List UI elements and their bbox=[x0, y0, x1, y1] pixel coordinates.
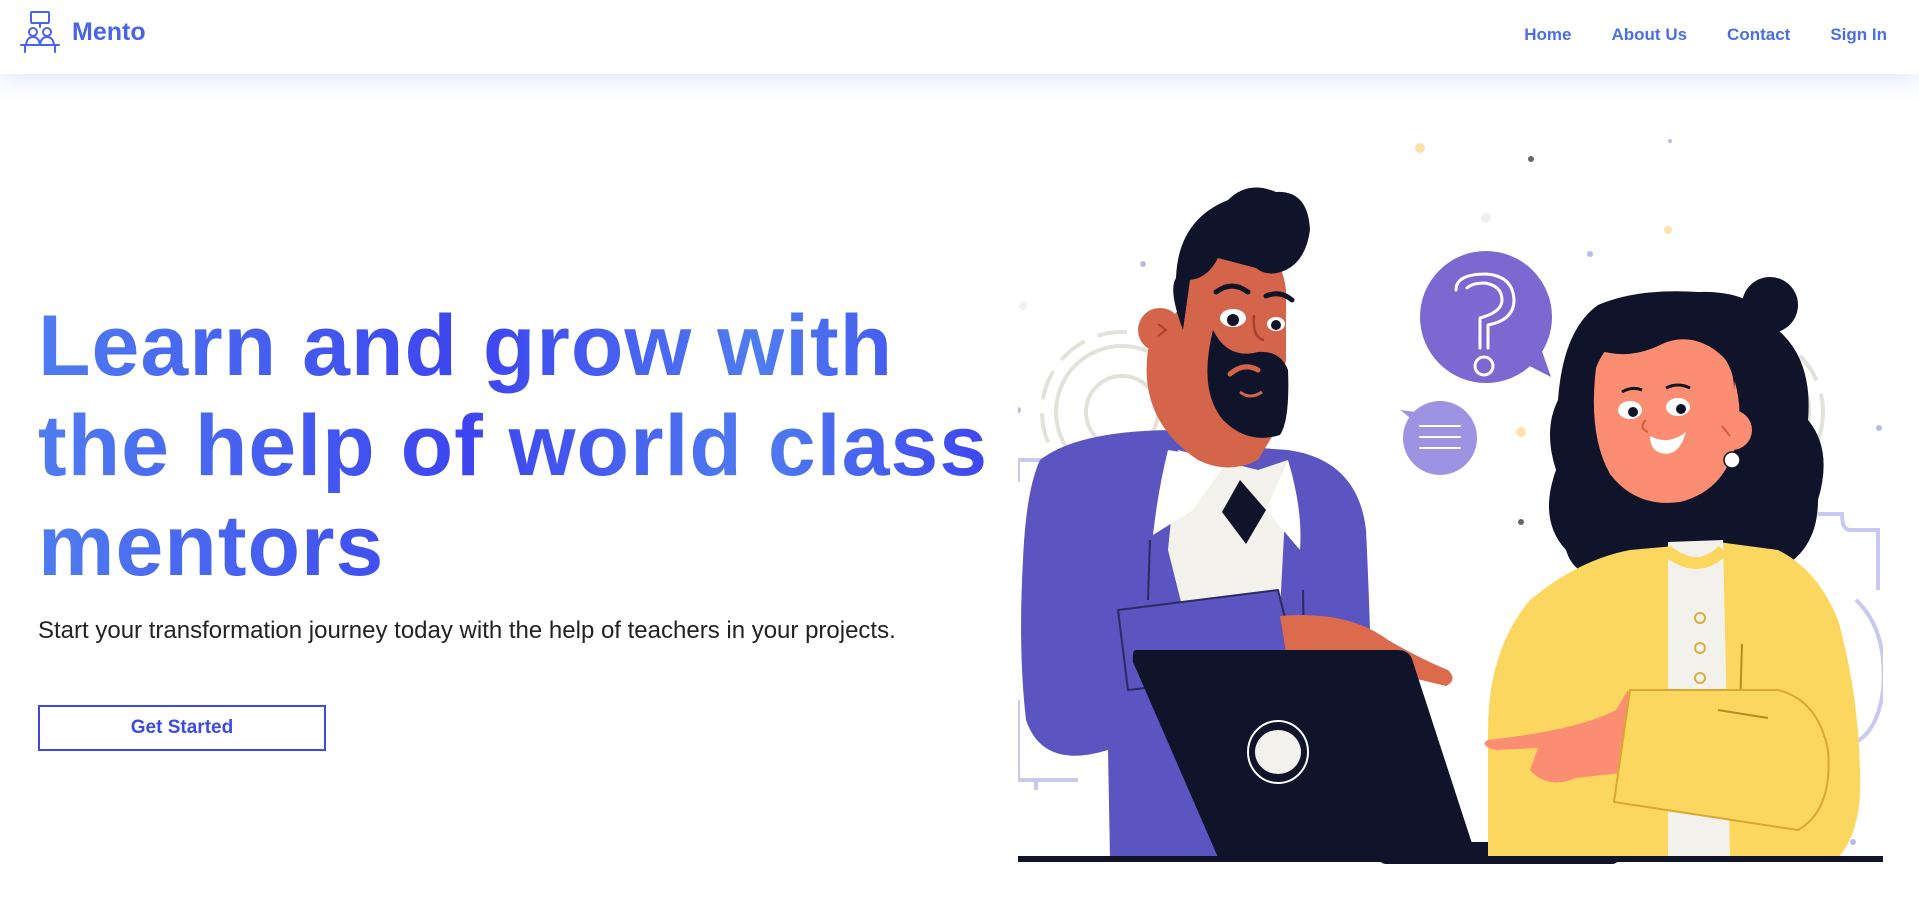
hero-title: Learn and grow with the help of world cl… bbox=[38, 296, 998, 596]
nav-link-contact[interactable]: Contact bbox=[1727, 25, 1790, 45]
brand-name: Mento bbox=[72, 17, 146, 46]
mentoring-illustration bbox=[1018, 139, 1883, 864]
hero-subtitle: Start your transformation journey today … bbox=[38, 617, 896, 644]
question-bubble bbox=[1420, 251, 1552, 383]
get-started-button[interactable]: Get Started bbox=[38, 705, 326, 751]
message-bubble bbox=[1400, 401, 1477, 475]
mentor-desk-icon bbox=[20, 11, 60, 53]
nav-link-home[interactable]: Home bbox=[1524, 25, 1571, 45]
navbar: Mento Home About Us Contact Sign In bbox=[0, 0, 1919, 74]
nav-link-about-us[interactable]: About Us bbox=[1612, 25, 1688, 45]
main-nav: Home About Us Contact Sign In bbox=[1524, 0, 1887, 70]
desk-line bbox=[1018, 856, 1883, 862]
brand-home-link[interactable]: Mento bbox=[18, 10, 146, 54]
nav-link-sign-in[interactable]: Sign In bbox=[1830, 25, 1887, 45]
